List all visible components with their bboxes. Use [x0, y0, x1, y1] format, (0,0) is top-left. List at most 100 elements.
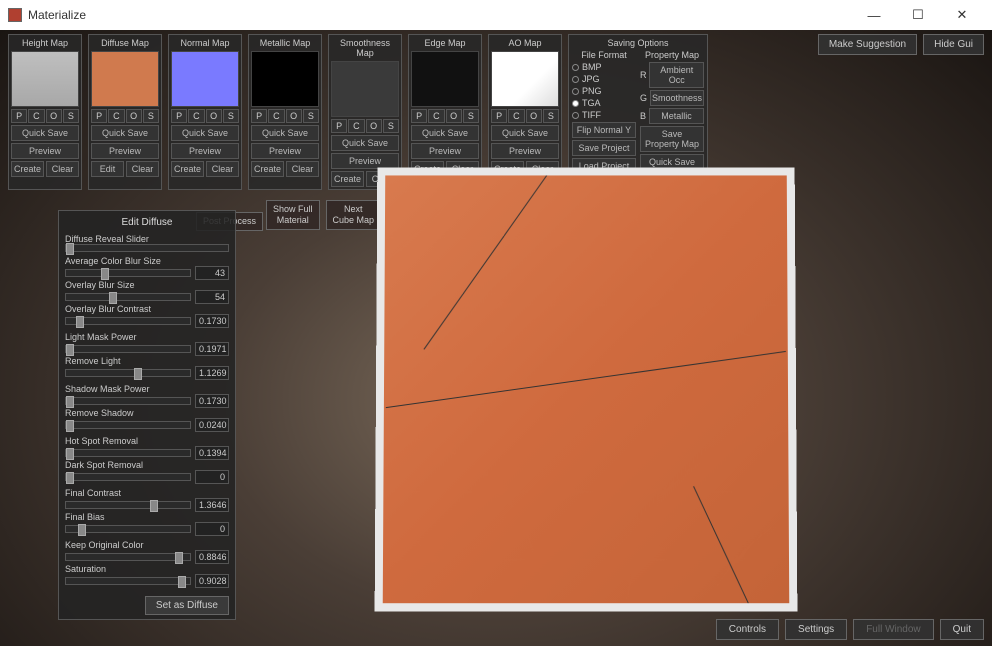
- pcos-s-button[interactable]: S: [543, 109, 559, 123]
- pcos-o-button[interactable]: O: [366, 119, 382, 133]
- pcos-p-button[interactable]: P: [11, 109, 27, 123]
- pcos-o-button[interactable]: O: [46, 109, 62, 123]
- slider-track[interactable]: [65, 317, 191, 325]
- preview-button[interactable]: Preview: [91, 143, 159, 159]
- slider-knob[interactable]: [66, 472, 74, 484]
- edit-button[interactable]: Edit: [91, 161, 124, 177]
- quick-save-button[interactable]: Quick Save: [171, 125, 239, 141]
- pcos-o-button[interactable]: O: [446, 109, 462, 123]
- map-thumbnail[interactable]: [91, 51, 159, 107]
- slider-track[interactable]: [65, 369, 191, 377]
- slider-value[interactable]: 0.0240: [195, 418, 229, 432]
- preview-button[interactable]: Preview: [411, 143, 479, 159]
- pcos-p-button[interactable]: P: [171, 109, 187, 123]
- quick-save-button[interactable]: Quick Save: [491, 125, 559, 141]
- create-button[interactable]: Create: [171, 161, 204, 177]
- preview-button[interactable]: Preview: [491, 143, 559, 159]
- preview-button[interactable]: Preview: [11, 143, 79, 159]
- quick-save-button[interactable]: Quick Save: [411, 125, 479, 141]
- preview-button[interactable]: Preview: [171, 143, 239, 159]
- pcos-c-button[interactable]: C: [428, 109, 444, 123]
- quit-button[interactable]: Quit: [940, 619, 984, 640]
- flip-normal-y-button[interactable]: Flip Normal Y: [572, 122, 636, 138]
- preview-button[interactable]: Preview: [251, 143, 319, 159]
- pcos-c-button[interactable]: C: [108, 109, 124, 123]
- save-property-map-button[interactable]: Save Property Map: [640, 126, 704, 152]
- slider-value[interactable]: 0.1971: [195, 342, 229, 356]
- quick-save-button[interactable]: Quick Save: [251, 125, 319, 141]
- clear-button[interactable]: Clear: [206, 161, 239, 177]
- slider-value[interactable]: 54: [195, 290, 229, 304]
- slider-value[interactable]: 0.9028: [195, 574, 229, 588]
- close-button[interactable]: ✕: [940, 1, 984, 29]
- material-preview[interactable]: [375, 168, 798, 612]
- quick-save-button[interactable]: Quick Save: [331, 135, 399, 151]
- pcos-c-button[interactable]: C: [188, 109, 204, 123]
- map-thumbnail[interactable]: [11, 51, 79, 107]
- pcos-o-button[interactable]: O: [286, 109, 302, 123]
- hide-gui-button[interactable]: Hide Gui: [923, 34, 984, 55]
- slider-track[interactable]: [65, 473, 191, 481]
- map-thumbnail[interactable]: [331, 61, 399, 117]
- slider-value[interactable]: 43: [195, 266, 229, 280]
- pcos-s-button[interactable]: S: [463, 109, 479, 123]
- full-window-button[interactable]: Full Window: [853, 619, 933, 640]
- pcos-o-button[interactable]: O: [526, 109, 542, 123]
- make-suggestion-button[interactable]: Make Suggestion: [818, 34, 917, 55]
- slider-knob[interactable]: [134, 368, 142, 380]
- next-cube-map-button[interactable]: NextCube Map: [326, 200, 382, 230]
- maximize-button[interactable]: ☐: [896, 1, 940, 29]
- pcos-p-button[interactable]: P: [411, 109, 427, 123]
- create-button[interactable]: Create: [11, 161, 44, 177]
- show-full-material-button[interactable]: Show FullMaterial: [266, 200, 320, 230]
- pcos-p-button[interactable]: P: [331, 119, 347, 133]
- settings-button[interactable]: Settings: [785, 619, 847, 640]
- pcos-c-button[interactable]: C: [268, 109, 284, 123]
- save-project-button[interactable]: Save Project: [572, 140, 636, 156]
- pcos-s-button[interactable]: S: [143, 109, 159, 123]
- slider-track[interactable]: [65, 244, 229, 252]
- slider-track[interactable]: [65, 577, 191, 585]
- slider-value[interactable]: 0.1730: [195, 314, 229, 328]
- slider-value[interactable]: 1.1269: [195, 366, 229, 380]
- slider-track[interactable]: [65, 553, 191, 561]
- clear-button[interactable]: Clear: [46, 161, 79, 177]
- slider-track[interactable]: [65, 525, 191, 533]
- quick-save-button[interactable]: Quick Save: [11, 125, 79, 141]
- slider-track[interactable]: [65, 421, 191, 429]
- slider-value[interactable]: 0.1730: [195, 394, 229, 408]
- create-button[interactable]: Create: [251, 161, 284, 177]
- format-tiff-radio[interactable]: TIFF: [572, 110, 636, 120]
- map-thumbnail[interactable]: [411, 51, 479, 107]
- pcos-s-button[interactable]: S: [303, 109, 319, 123]
- slider-knob[interactable]: [66, 243, 74, 255]
- map-thumbnail[interactable]: [491, 51, 559, 107]
- pcos-p-button[interactable]: P: [491, 109, 507, 123]
- format-jpg-radio[interactable]: JPG: [572, 74, 636, 84]
- slider-knob[interactable]: [66, 420, 74, 432]
- slider-value[interactable]: 1.3646: [195, 498, 229, 512]
- prop-b-row[interactable]: B Metallic: [640, 108, 704, 124]
- slider-track[interactable]: [65, 501, 191, 509]
- slider-knob[interactable]: [66, 448, 74, 460]
- map-thumbnail[interactable]: [251, 51, 319, 107]
- slider-knob[interactable]: [109, 292, 117, 304]
- clear-button[interactable]: Clear: [126, 161, 159, 177]
- map-thumbnail[interactable]: [171, 51, 239, 107]
- slider-knob[interactable]: [101, 268, 109, 280]
- slider-track[interactable]: [65, 449, 191, 457]
- slider-track[interactable]: [65, 269, 191, 277]
- pcos-c-button[interactable]: C: [508, 109, 524, 123]
- clear-button[interactable]: Clear: [286, 161, 319, 177]
- controls-button[interactable]: Controls: [716, 619, 779, 640]
- slider-value[interactable]: 0.8846: [195, 550, 229, 564]
- slider-value[interactable]: 0: [195, 522, 229, 536]
- pcos-s-button[interactable]: S: [383, 119, 399, 133]
- pcos-c-button[interactable]: C: [348, 119, 364, 133]
- pcos-p-button[interactable]: P: [251, 109, 267, 123]
- minimize-button[interactable]: —: [852, 1, 896, 29]
- pcos-s-button[interactable]: S: [63, 109, 79, 123]
- slider-value[interactable]: 0.1394: [195, 446, 229, 460]
- format-bmp-radio[interactable]: BMP: [572, 62, 636, 72]
- format-png-radio[interactable]: PNG: [572, 86, 636, 96]
